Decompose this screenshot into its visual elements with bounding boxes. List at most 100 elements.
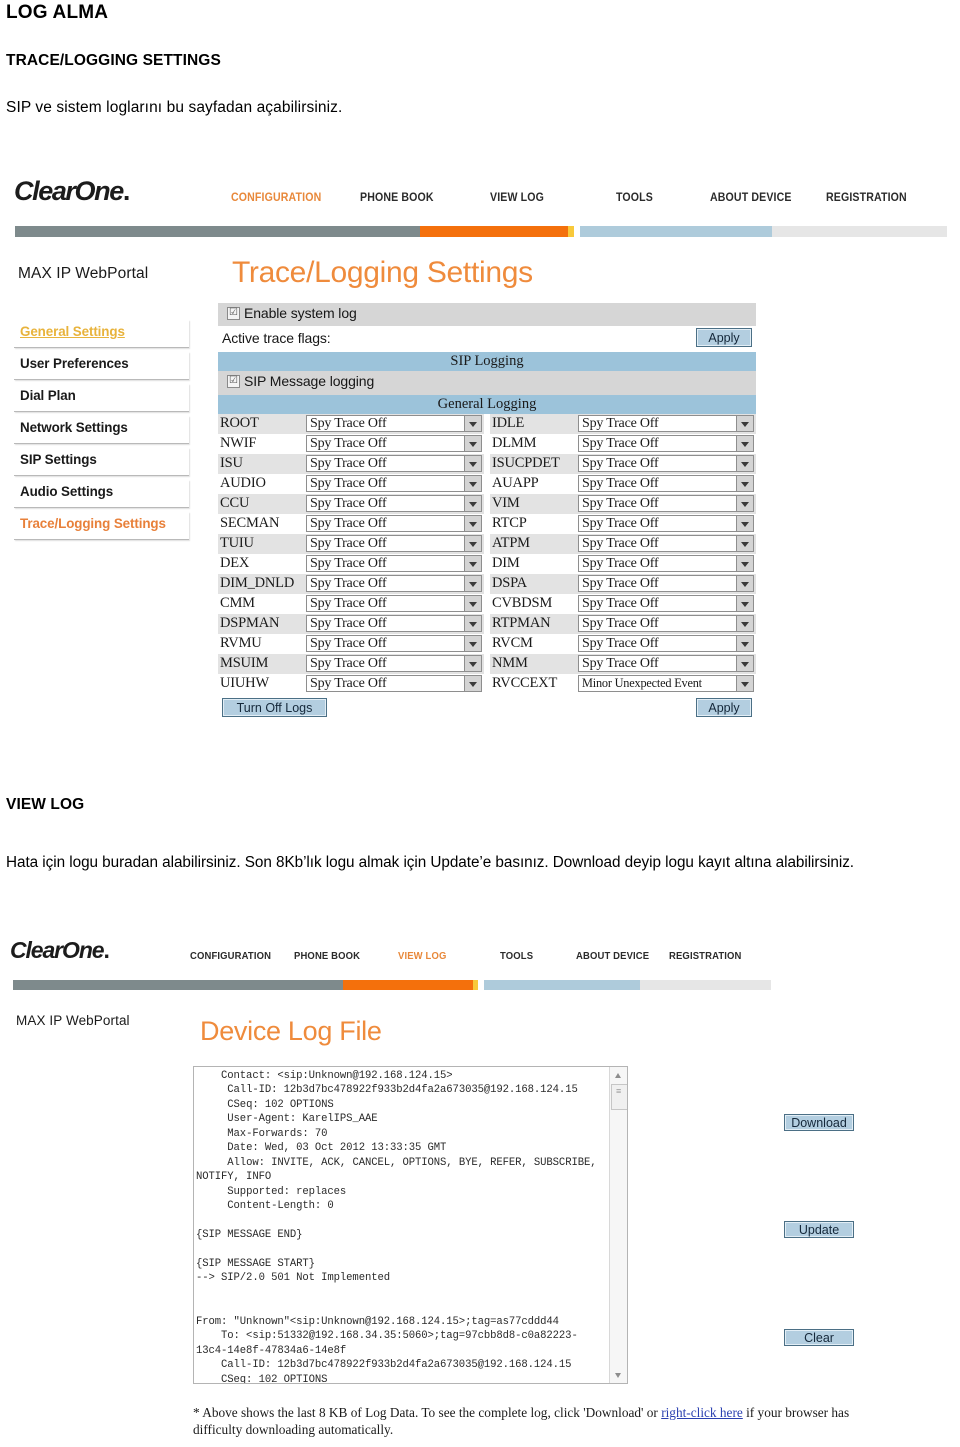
trace-flag-select-rvccext[interactable]: Minor Unexpected Event <box>578 675 754 692</box>
trace-flag-select-dim[interactable]: Spy Trace Off <box>578 555 754 572</box>
trace-flag-name: RVCM <box>492 635 533 651</box>
right-click-here-link[interactable]: right-click here <box>661 1405 743 1420</box>
scroll-down-icon[interactable] <box>610 1367 627 1383</box>
chevron-down-icon[interactable] <box>736 516 753 531</box>
chevron-down-icon[interactable] <box>464 596 481 611</box>
trace-flag-select-rtcp[interactable]: Spy Trace Off <box>578 515 754 532</box>
portal-title-2: MAX IP WebPortal <box>16 1013 130 1028</box>
enable-system-log-checkbox[interactable]: ☑ <box>227 307 240 320</box>
chevron-down-icon[interactable] <box>464 556 481 571</box>
chevron-down-icon[interactable] <box>736 436 753 451</box>
nav-link-about-device[interactable]: ABOUT DEVICE <box>576 951 649 962</box>
update-button[interactable]: Update <box>784 1221 854 1238</box>
sidebar-item-sip-settings[interactable]: SIP Settings <box>14 448 189 476</box>
chevron-down-icon[interactable] <box>464 536 481 551</box>
sidebar-item-trace-logging-settings[interactable]: Trace/Logging Settings <box>14 512 189 540</box>
nav-link-phone-book[interactable]: PHONE BOOK <box>360 192 434 204</box>
row-enable-system-log[interactable]: ☑ Enable system log <box>218 303 756 326</box>
chevron-down-icon[interactable] <box>464 676 481 691</box>
chevron-down-icon[interactable] <box>464 496 481 511</box>
trace-flag-select-nmm[interactable]: Spy Trace Off <box>578 655 754 672</box>
trace-flag-select-vim[interactable]: Spy Trace Off <box>578 495 754 512</box>
sidebar-item-label: Trace/Logging Settings <box>20 516 166 531</box>
trace-flag-select-dspa[interactable]: Spy Trace Off <box>578 575 754 592</box>
chevron-down-icon[interactable] <box>736 496 753 511</box>
trace-flag-select-root[interactable]: Spy Trace Off <box>306 415 482 432</box>
chevron-down-icon[interactable] <box>736 536 753 551</box>
trace-flag-select-nwif[interactable]: Spy Trace Off <box>306 435 482 452</box>
nav-link-configuration[interactable]: CONFIGURATION <box>190 951 271 962</box>
chevron-down-icon[interactable] <box>464 456 481 471</box>
trace-flag-select-idle[interactable]: Spy Trace Off <box>578 415 754 432</box>
nav-link-view-log[interactable]: VIEW LOG <box>398 951 446 962</box>
chevron-down-icon[interactable] <box>736 416 753 431</box>
trace-flag-name: ATPM <box>492 535 530 551</box>
chevron-down-icon[interactable] <box>464 476 481 491</box>
chevron-down-icon[interactable] <box>736 456 753 471</box>
download-button[interactable]: Download <box>784 1114 854 1131</box>
chevron-down-icon[interactable] <box>736 676 753 691</box>
trace-flag-select-ccu[interactable]: Spy Trace Off <box>306 495 482 512</box>
chevron-down-icon[interactable] <box>464 616 481 631</box>
trace-flag-select-atpm[interactable]: Spy Trace Off <box>578 535 754 552</box>
nav-link-registration[interactable]: REGISTRATION <box>826 192 907 204</box>
trace-flag-select-isucpdet[interactable]: Spy Trace Off <box>578 455 754 472</box>
chevron-down-icon[interactable] <box>464 516 481 531</box>
trace-flag-select-rvmu[interactable]: Spy Trace Off <box>306 635 482 652</box>
trace-flag-select-cmm[interactable]: Spy Trace Off <box>306 595 482 612</box>
nav-link-about-device[interactable]: ABOUT DEVICE <box>710 192 792 204</box>
chevron-down-icon[interactable] <box>736 476 753 491</box>
chevron-down-icon[interactable] <box>736 596 753 611</box>
sidebar-item-audio-settings[interactable]: Audio Settings <box>14 480 189 508</box>
sidebar-item-label: Audio Settings <box>20 484 114 499</box>
chevron-down-icon[interactable] <box>464 636 481 651</box>
nav-link-view-log[interactable]: VIEW LOG <box>490 192 544 204</box>
chevron-down-icon[interactable] <box>464 436 481 451</box>
trace-flag-select-rvcm[interactable]: Spy Trace Off <box>578 635 754 652</box>
sip-message-logging-checkbox[interactable]: ☑ <box>227 375 240 388</box>
chevron-down-icon[interactable] <box>736 616 753 631</box>
stripe-segment-blue-2 <box>484 980 640 990</box>
trace-flag-select-secman[interactable]: Spy Trace Off <box>306 515 482 532</box>
nav-link-configuration[interactable]: CONFIGURATION <box>231 192 321 204</box>
chevron-down-icon[interactable] <box>464 416 481 431</box>
chevron-down-icon[interactable] <box>736 576 753 591</box>
nav-link-registration[interactable]: REGISTRATION <box>669 951 742 962</box>
sidebar-item-network-settings[interactable]: Network Settings <box>14 416 189 444</box>
trace-flag-select-rtpman[interactable]: Spy Trace Off <box>578 615 754 632</box>
chevron-down-icon[interactable] <box>736 656 753 671</box>
chevron-down-icon[interactable] <box>464 656 481 671</box>
trace-flag-select-dspman[interactable]: Spy Trace Off <box>306 615 482 632</box>
trace-flag-select-uiuhw[interactable]: Spy Trace Off <box>306 675 482 692</box>
nav-links-1: CONFIGURATION PHONE BOOK VIEW LOG TOOLS ABOU… <box>0 168 960 226</box>
nav-link-phone-book[interactable]: PHONE BOOK <box>294 951 360 962</box>
scroll-thumb[interactable] <box>611 1084 627 1110</box>
trace-flag-select-dim_dnld[interactable]: Spy Trace Off <box>306 575 482 592</box>
trace-flag-select-dex[interactable]: Spy Trace Off <box>306 555 482 572</box>
row-sip-message-logging[interactable]: ☑ SIP Message logging <box>218 371 756 395</box>
trace-flag-select-cvbdsm[interactable]: Spy Trace Off <box>578 595 754 612</box>
chevron-down-icon[interactable] <box>736 556 753 571</box>
trace-flag-row: DIM_DNLD Spy Trace Off <box>218 574 484 594</box>
clear-button[interactable]: Clear <box>784 1329 854 1346</box>
apply-button-bottom[interactable]: Apply <box>696 698 752 717</box>
sidebar-item-user-preferences[interactable]: User Preferences <box>14 352 189 380</box>
chevron-down-icon[interactable] <box>464 576 481 591</box>
trace-flag-select-auapp[interactable]: Spy Trace Off <box>578 475 754 492</box>
nav-link-tools[interactable]: TOOLS <box>500 951 533 962</box>
device-log-textarea[interactable]: Contact: <sip:Unknown@192.168.124.15> Ca… <box>193 1066 628 1384</box>
trace-flag-select-isu[interactable]: Spy Trace Off <box>306 455 482 472</box>
chevron-down-icon[interactable] <box>736 636 753 651</box>
sidebar-item-general-settings[interactable]: General Settings <box>14 320 189 348</box>
turn-off-logs-button[interactable]: Turn Off Logs <box>222 698 327 717</box>
trace-flag-select-audio[interactable]: Spy Trace Off <box>306 475 482 492</box>
trace-flag-select-dlmm[interactable]: Spy Trace Off <box>578 435 754 452</box>
trace-flag-select-msuim[interactable]: Spy Trace Off <box>306 655 482 672</box>
apply-button-top[interactable]: Apply <box>696 328 752 347</box>
sidebar-item-dial-plan[interactable]: Dial Plan <box>14 384 189 412</box>
scroll-up-icon[interactable] <box>610 1067 627 1083</box>
log-scrollbar[interactable] <box>609 1067 627 1383</box>
trace-flag-select-tuiu[interactable]: Spy Trace Off <box>306 535 482 552</box>
trace-flag-row: TUIU Spy Trace Off <box>218 534 484 554</box>
nav-link-tools[interactable]: TOOLS <box>616 192 653 204</box>
